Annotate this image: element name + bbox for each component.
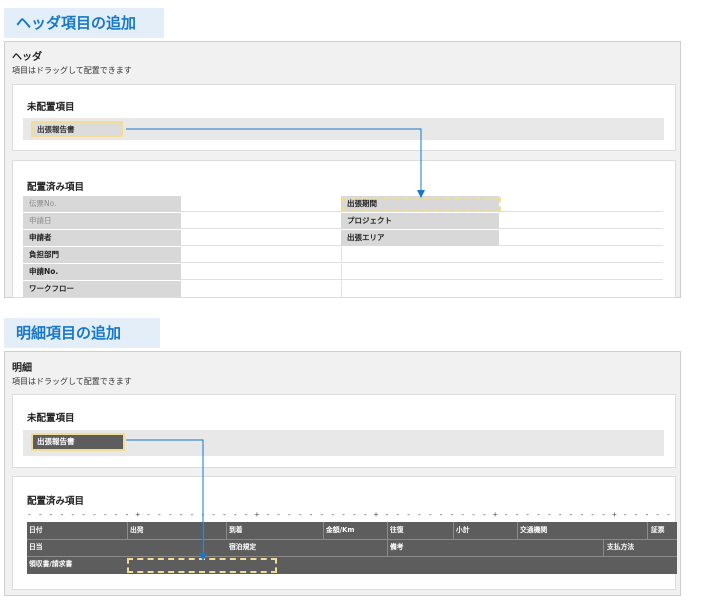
grid-field-payment-method[interactable]: 支払方法	[605, 540, 634, 554]
detail-panel: 明細 項目はドラッグして配置できます 未配置項目 出張報告書 配置済み項目 - …	[4, 351, 681, 596]
grid-column-divider	[603, 539, 604, 556]
header-panel-description: 項目はドラッグして配置できます	[12, 66, 132, 75]
grid-field-subtotal[interactable]: 小計	[454, 523, 470, 537]
detail-dropzone-highlight	[127, 558, 277, 573]
detail-unplaced-chip[interactable]: 出張報告書	[31, 433, 125, 451]
grid-row-divider	[27, 539, 677, 540]
header-dropzone-highlight	[342, 197, 501, 212]
grid-field-receipt-invoice[interactable]: 領収書/請求書	[27, 557, 72, 571]
placed-field-application-date[interactable]: 申請日	[23, 213, 181, 229]
grid-field-arrival[interactable]: 到着	[227, 523, 243, 537]
grid-column-divider	[647, 522, 648, 539]
placed-field-application-no[interactable]: 申請No.	[23, 264, 181, 280]
header-panel-title: ヘッダ	[12, 52, 42, 63]
grid-row-divider	[27, 556, 677, 557]
detail-placed-card: 配置済み項目 - - - - - - - - - - + - - - - - -…	[12, 476, 677, 590]
detail-unplaced-card: 未配置項目 出張報告書	[12, 394, 676, 468]
detail-column-ruler: - - - - - - - - - - + - - - - - - - - - …	[27, 510, 677, 519]
detail-section-heading: 明細項目の追加	[4, 318, 160, 348]
table-row: 申請者 出張エリア	[23, 230, 663, 246]
placed-field-applicant[interactable]: 申請者	[23, 230, 181, 246]
header-section-heading: ヘッダ項目の追加	[4, 8, 164, 38]
column-divider	[341, 264, 342, 280]
grid-field-daily-allowance[interactable]: 日当	[27, 540, 43, 554]
grid-field-date[interactable]: 日付	[27, 523, 43, 537]
detail-layout-grid: 日付 出発 到着 金額/Km 往復 小計 交通機関 証票 日当 宿泊規定 備考 …	[27, 522, 677, 574]
column-divider	[341, 247, 342, 263]
grid-field-amount-km[interactable]: 金額/Km	[324, 523, 354, 537]
placed-field-project[interactable]: プロジェクト	[341, 213, 499, 229]
table-row: ワークフロー	[23, 281, 663, 297]
header-unplaced-title: 未配置項目	[27, 102, 75, 113]
detail-panel-title: 明細	[12, 363, 32, 374]
placed-field-trip-area[interactable]: 出張エリア	[341, 230, 499, 246]
column-divider	[341, 281, 342, 297]
detail-placed-title: 配置済み項目	[27, 496, 85, 507]
placed-field-voucher-no[interactable]: 伝票No.	[23, 196, 181, 212]
table-row: 申請日 プロジェクト	[23, 213, 663, 229]
header-unplaced-card: 未配置項目 出張報告書	[12, 84, 676, 151]
header-placed-title: 配置済み項目	[27, 182, 85, 193]
placed-field-cost-dept[interactable]: 負担部門	[23, 247, 181, 263]
grid-column-divider	[203, 522, 204, 556]
table-row: 負担部門	[23, 247, 663, 263]
detail-panel-description: 項目はドラッグして配置できます	[12, 377, 132, 386]
detail-unplaced-title: 未配置項目	[27, 413, 75, 424]
grid-field-round-trip[interactable]: 往復	[388, 523, 404, 537]
table-row: 申請No.	[23, 264, 663, 280]
grid-field-transport[interactable]: 交通機関	[518, 523, 547, 537]
placed-field-workflow[interactable]: ワークフロー	[23, 281, 181, 297]
header-unplaced-chip[interactable]: 出張報告書	[31, 121, 123, 137]
grid-field-lodging-rule[interactable]: 宿泊規定	[227, 540, 256, 554]
grid-field-voucher[interactable]: 証票	[649, 523, 665, 537]
header-panel: ヘッダ 項目はドラッグして配置できます 未配置項目 出張報告書 配置済み項目 伝…	[4, 41, 681, 298]
grid-field-remarks[interactable]: 備考	[388, 540, 404, 554]
grid-field-departure[interactable]: 出発	[128, 523, 144, 537]
header-placed-card: 配置済み項目 伝票No. 出張期間 申請日 プロジェクト 申請者 出張エリア 負…	[12, 160, 676, 298]
